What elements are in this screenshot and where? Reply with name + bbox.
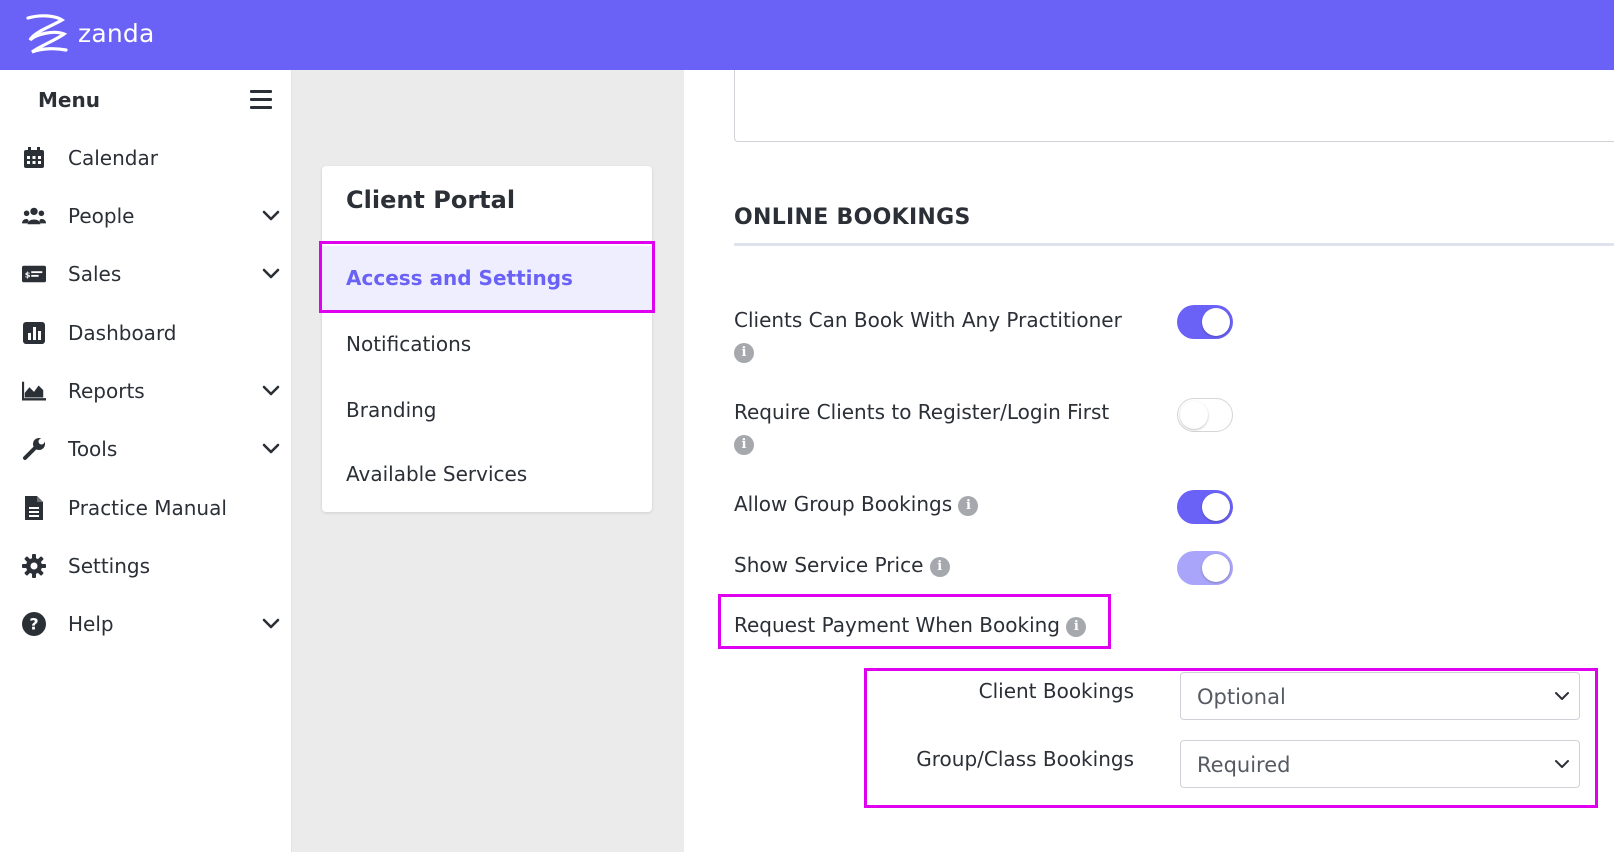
info-icon[interactable]: i [734,342,754,363]
sidebar-item-sales[interactable]: $ Sales [0,252,292,296]
client-portal-card: Client Portal Access and Settings Notifi… [322,166,652,512]
setting-label-require-login: Require Clients to Register/Login First [734,400,1110,424]
people-icon [22,204,46,228]
chevron-down-icon[interactable] [262,268,280,280]
main-content [684,70,1614,852]
sidebar-item-help[interactable]: ? Help [0,602,292,646]
sidebar-item-label: Settings [68,554,151,578]
info-icon[interactable]: i [1066,616,1087,637]
toggle-book-any-practitioner[interactable] [1177,305,1233,339]
svg-text:?: ? [29,615,38,634]
info-icon[interactable]: i [734,434,754,455]
sidebar-item-label: Tools [68,437,118,461]
sidebar-item-label: Calendar [68,146,158,170]
gear-icon [22,554,46,578]
group-bookings-select[interactable]: Required [1180,740,1580,788]
section-divider [734,243,1614,246]
client-portal-title: Client Portal [346,186,516,214]
sidebar-item-dashboard[interactable]: Dashboard [0,311,292,355]
sidebar-item-label: People [68,204,135,228]
setting-label-show-price: Show Service Price [734,553,924,577]
sidebar-item-practice-manual[interactable]: Practice Manual [0,486,292,530]
portal-link-branding[interactable]: Branding [322,378,652,442]
client-bookings-select[interactable]: Optional [1180,672,1580,720]
reports-icon [22,379,46,403]
sales-icon: $ [22,262,46,286]
chevron-down-icon[interactable] [262,618,280,630]
chevron-down-icon [1555,760,1569,768]
setting-label-book-any-practitioner: Clients Can Book With Any Practitioner [734,308,1122,332]
portal-link-notifications[interactable]: Notifications [322,312,652,376]
sidebar-item-label: Help [68,612,114,636]
client-bookings-value: Optional [1197,685,1286,709]
setting-label-group-bookings: Allow Group Bookings [734,492,953,516]
sidebar-item-tools[interactable]: Tools [0,427,292,471]
portal-link-access-settings[interactable]: Access and Settings [322,246,652,310]
menu-title: Menu [38,88,100,112]
svg-text:$: $ [25,270,31,280]
setting-row-show-price: Show Service Price i [734,553,950,577]
info-icon[interactable]: i [958,495,979,516]
dashboard-icon [22,321,46,345]
sidebar-item-label: Sales [68,262,122,286]
zanda-logo-icon[interactable] [22,12,70,58]
setting-row-request-payment: Request Payment When Booking i [734,613,1087,637]
group-bookings-value: Required [1197,753,1291,777]
group-bookings-label: Group/Class Bookings [916,747,1134,771]
sidebar-item-people[interactable]: People [0,194,292,238]
sidebar-item-calendar[interactable]: Calendar [0,136,292,180]
hamburger-menu-icon[interactable] [250,90,272,110]
info-icon[interactable]: i [929,556,950,577]
client-bookings-label: Client Bookings [978,679,1134,703]
sidebar-item-label: Reports [68,379,145,403]
sidebar-item-settings[interactable]: Settings [0,544,292,588]
calendar-icon [22,146,46,170]
toggle-show-price[interactable] [1177,551,1233,585]
setting-row-group-bookings: Allow Group Bookings i [734,492,979,516]
sidebar-item-label: Practice Manual [68,496,227,520]
brand-name[interactable]: zanda [78,19,154,48]
text-area[interactable] [734,70,1614,142]
wrench-icon [22,437,46,461]
toggle-group-bookings[interactable] [1177,490,1233,524]
top-bar: zanda [0,0,1614,70]
section-title: ONLINE BOOKINGS [734,205,971,230]
chevron-down-icon[interactable] [262,443,280,455]
document-icon [22,496,46,520]
sidebar-item-reports[interactable]: Reports [0,369,292,413]
sidebar-item-label: Dashboard [68,321,177,345]
toggle-require-login[interactable] [1177,398,1233,432]
portal-link-available-services[interactable]: Available Services [322,442,652,506]
setting-label-request-payment: Request Payment When Booking [734,613,1061,637]
chevron-down-icon [1555,692,1569,700]
help-icon: ? [22,612,46,636]
chevron-down-icon[interactable] [262,385,280,397]
chevron-down-icon[interactable] [262,210,280,222]
